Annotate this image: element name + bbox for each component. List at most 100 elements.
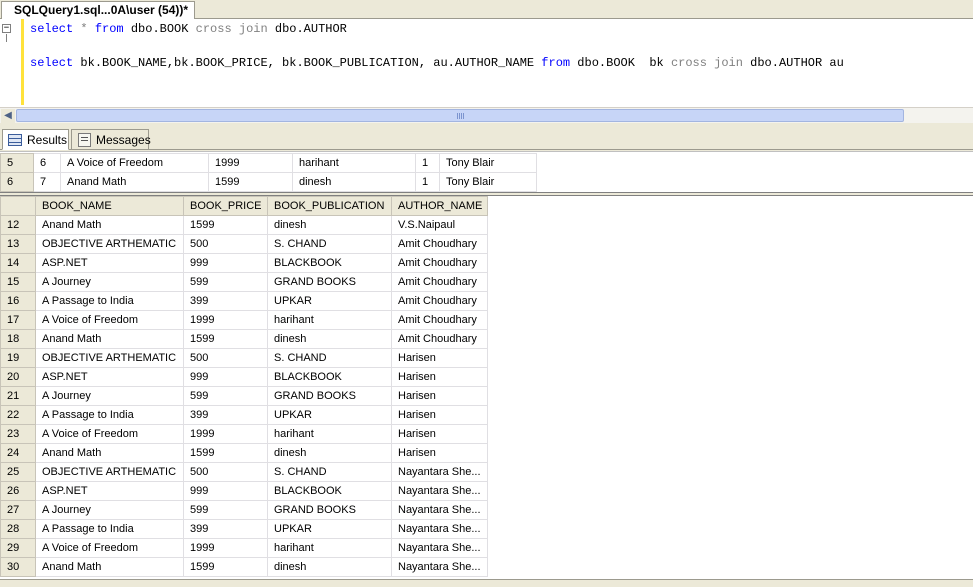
- cell[interactable]: Nayantara She...: [391, 462, 488, 482]
- cell[interactable]: Harisen: [391, 405, 488, 425]
- cell[interactable]: 1599: [208, 172, 293, 192]
- scrollbar-thumb[interactable]: [16, 109, 904, 122]
- result-grid-1[interactable]: 5 6 A Voice of Freedom 1999 harihant 1 T…: [0, 151, 973, 192]
- cell[interactable]: A Passage to India: [35, 519, 184, 539]
- row-number[interactable]: 15: [0, 272, 36, 292]
- cell[interactable]: Amit Choudhary: [391, 272, 488, 292]
- cell[interactable]: 599: [183, 272, 268, 292]
- table-row[interactable]: 26 ASP.NET 999 BLACKBOOK Nayantara She...: [0, 481, 488, 501]
- cell[interactable]: Nayantara She...: [391, 557, 488, 577]
- table-row[interactable]: 18 Anand Math 1599 dinesh Amit Choudhary: [0, 329, 488, 349]
- row-number[interactable]: 19: [0, 348, 36, 368]
- cell[interactable]: UPKAR: [267, 405, 392, 425]
- cell[interactable]: 599: [183, 386, 268, 406]
- cell[interactable]: dinesh: [267, 215, 392, 235]
- cell[interactable]: 500: [183, 234, 268, 254]
- cell[interactable]: Amit Choudhary: [391, 253, 488, 273]
- cell[interactable]: A Passage to India: [35, 291, 184, 311]
- cell[interactable]: 500: [183, 348, 268, 368]
- cell[interactable]: Anand Math: [60, 172, 209, 192]
- cell[interactable]: OBJECTIVE ARTHEMATIC: [35, 348, 184, 368]
- cell[interactable]: harihant: [267, 310, 392, 330]
- table-row[interactable]: 28 A Passage to India 399 UPKAR Nayantara Sh…: [0, 519, 488, 539]
- cell[interactable]: 1599: [183, 557, 268, 577]
- cell[interactable]: OBJECTIVE ARTHEMATIC: [35, 462, 184, 482]
- table-row[interactable]: 14 ASP.NET 999 BLACKBOOK Amit Choudhary: [0, 253, 488, 273]
- cell[interactable]: 1: [415, 153, 440, 173]
- cell[interactable]: 500: [183, 462, 268, 482]
- cell[interactable]: UPKAR: [267, 291, 392, 311]
- editor-horizontal-scrollbar[interactable]: ◀: [0, 107, 973, 123]
- cell[interactable]: Anand Math: [35, 329, 184, 349]
- cell[interactable]: A Journey: [35, 500, 184, 520]
- row-number[interactable]: 27: [0, 500, 36, 520]
- row-number[interactable]: 16: [0, 291, 36, 311]
- row-number[interactable]: 18: [0, 329, 36, 349]
- cell[interactable]: dinesh: [267, 443, 392, 463]
- cell[interactable]: ASP.NET: [35, 481, 184, 501]
- cell[interactable]: Nayantara She...: [391, 538, 488, 558]
- row-number[interactable]: 28: [0, 519, 36, 539]
- cell[interactable]: Harisen: [391, 443, 488, 463]
- code-line-1[interactable]: select * from dbo.BOOK cross join dbo.AU…: [30, 22, 347, 36]
- cell[interactable]: S. CHAND: [267, 348, 392, 368]
- cell[interactable]: dinesh: [267, 329, 392, 349]
- collapse-icon[interactable]: −: [2, 24, 11, 33]
- cell[interactable]: 1: [415, 172, 440, 192]
- cell[interactable]: BLACKBOOK: [267, 253, 392, 273]
- cell[interactable]: 399: [183, 405, 268, 425]
- cell[interactable]: 999: [183, 253, 268, 273]
- cell[interactable]: dinesh: [292, 172, 416, 192]
- cell[interactable]: A Voice of Freedom: [35, 310, 184, 330]
- cell[interactable]: 1999: [183, 538, 268, 558]
- query-document-tab[interactable]: SQLQuery1.sql...0A\user (54))*: [1, 1, 196, 19]
- table-row[interactable]: 29 A Voice of Freedom 1999 harihant Nayantar…: [0, 538, 488, 558]
- cell[interactable]: A Voice of Freedom: [35, 538, 184, 558]
- row-number[interactable]: 17: [0, 310, 36, 330]
- row-number[interactable]: 24: [0, 443, 36, 463]
- table-row[interactable]: 24 Anand Math 1599 dinesh Harisen: [0, 443, 488, 463]
- row-number[interactable]: 5: [0, 153, 34, 173]
- table-row[interactable]: 20 ASP.NET 999 BLACKBOOK Harisen: [0, 367, 488, 387]
- row-number[interactable]: 14: [0, 253, 36, 273]
- cell[interactable]: Nayantara She...: [391, 519, 488, 539]
- cell[interactable]: A Voice of Freedom: [60, 153, 209, 173]
- cell[interactable]: harihant: [267, 424, 392, 444]
- cell[interactable]: A Journey: [35, 386, 184, 406]
- table-row[interactable]: 17 A Voice of Freedom 1999 harihant Amit Cho…: [0, 310, 488, 330]
- cell[interactable]: 999: [183, 367, 268, 387]
- row-number[interactable]: 25: [0, 462, 36, 482]
- cell[interactable]: 1599: [183, 443, 268, 463]
- cell[interactable]: BLACKBOOK: [267, 481, 392, 501]
- row-number[interactable]: 22: [0, 405, 36, 425]
- table-row[interactable]: 22 A Passage to India 399 UPKAR Harisen: [0, 405, 488, 425]
- column-header[interactable]: BOOK_PRICE: [183, 196, 268, 216]
- column-header[interactable]: AUTHOR_NAME: [391, 196, 488, 216]
- cell[interactable]: Harisen: [391, 348, 488, 368]
- cell[interactable]: 7: [33, 172, 61, 192]
- cell[interactable]: 1599: [183, 215, 268, 235]
- cell[interactable]: A Passage to India: [35, 405, 184, 425]
- cell[interactable]: Harisen: [391, 386, 488, 406]
- cell[interactable]: Tony Blair: [439, 172, 537, 192]
- cell[interactable]: Anand Math: [35, 443, 184, 463]
- cell[interactable]: GRAND BOOKS: [267, 272, 392, 292]
- code-line-3[interactable]: select bk.BOOK_NAME,bk.BOOK_PRICE, bk.BO…: [30, 56, 844, 70]
- row-number[interactable]: 29: [0, 538, 36, 558]
- scrollbar-track[interactable]: [905, 109, 973, 123]
- cell[interactable]: 1999: [208, 153, 293, 173]
- row-number[interactable]: 26: [0, 481, 36, 501]
- table-row[interactable]: 12 Anand Math 1599 dinesh V.S.Naipaul: [0, 215, 488, 235]
- table-row[interactable]: 23 A Voice of Freedom 1999 harihant Harisen: [0, 424, 488, 444]
- cell[interactable]: 599: [183, 500, 268, 520]
- table-row[interactable]: 15 A Journey 599 GRAND BOOKS Amit Choudhary: [0, 272, 488, 292]
- scroll-left-arrow-icon[interactable]: ◀: [1, 109, 15, 123]
- column-header[interactable]: BOOK_PUBLICATION: [267, 196, 392, 216]
- cell[interactable]: Anand Math: [35, 557, 184, 577]
- cell[interactable]: 399: [183, 519, 268, 539]
- cell[interactable]: Amit Choudhary: [391, 310, 488, 330]
- cell[interactable]: A Voice of Freedom: [35, 424, 184, 444]
- row-number[interactable]: 23: [0, 424, 36, 444]
- cell[interactable]: Nayantara She...: [391, 500, 488, 520]
- table-row[interactable]: 27 A Journey 599 GRAND BOOKS Nayantara She..…: [0, 500, 488, 520]
